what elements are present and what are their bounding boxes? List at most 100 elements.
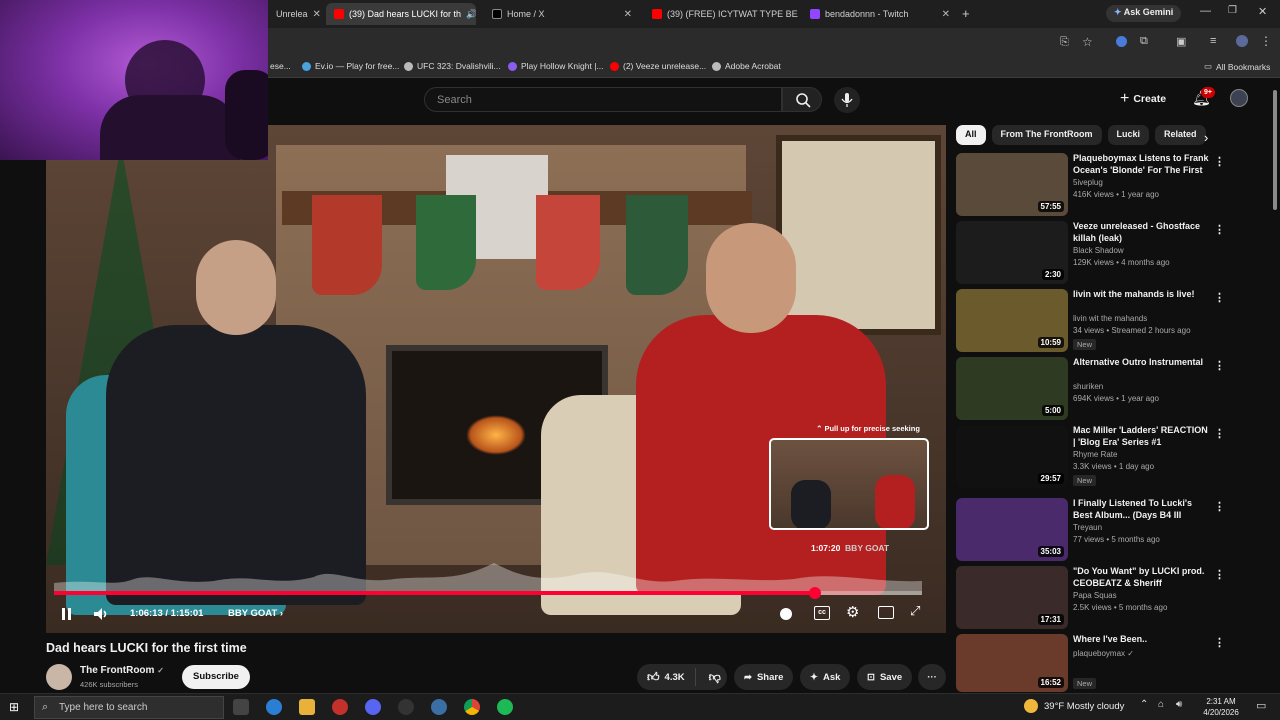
ask-gemini-button[interactable]: ✦ Ask Gemini [1106, 5, 1182, 22]
maximize-button[interactable]: ❐ [1228, 5, 1237, 16]
chapter-button[interactable]: BBY GOAT › [228, 608, 283, 619]
bookmark-item[interactable]: UFC 323: Dvalishvili... [404, 61, 501, 71]
voice-search-button[interactable] [834, 87, 860, 113]
new-tab-button[interactable]: + [962, 6, 970, 21]
page-scrollbar[interactable] [1270, 80, 1280, 692]
fullscreen-icon[interactable]: ⤢ [910, 603, 920, 619]
tab-twitch[interactable]: bendadonnn - Twitch ✕ [802, 3, 958, 25]
install-icon[interactable]: ⎘ [1060, 36, 1069, 49]
network-icon[interactable]: ⌂ [1158, 699, 1164, 710]
channel-name[interactable]: Papa Squas [1073, 591, 1117, 600]
ask-button[interactable]: ✦ Ask [800, 664, 851, 690]
task-view-icon[interactable] [233, 699, 249, 715]
recommendation-item[interactable]: 57:55 Plaqueboymax Listens to Frank Ocea… [956, 153, 1226, 217]
video-player[interactable]: ⌃ Pull up for precise seeking 1:07:20 BB… [46, 125, 946, 633]
weather-text[interactable]: 39°F Mostly cloudy [1044, 701, 1124, 712]
more-options-icon[interactable]: ⋮ [1214, 500, 1225, 513]
channel-name[interactable]: Black Shadow [1073, 246, 1124, 255]
chip-lucki[interactable]: Lucki [1107, 125, 1150, 145]
recommendation-item[interactable]: 16:52 Where I've Been.. plaqueboymax ✓ N… [956, 634, 1226, 692]
more-options-icon[interactable]: ⋮ [1214, 427, 1225, 440]
video-thumbnail[interactable]: 10:59 [956, 289, 1068, 352]
video-thumbnail[interactable]: 16:52 [956, 634, 1068, 692]
taskbar-search-input[interactable]: ⌕ Type here to search [34, 696, 224, 719]
settings-gear-icon[interactable]: ⚙ [846, 603, 859, 621]
windows-start-icon[interactable]: ⊞ [9, 700, 19, 714]
video-title[interactable]: Veeze unreleased - Ghostface killah (lea… [1073, 221, 1211, 244]
tab-unreleased[interactable]: Unrelea ✕ [268, 3, 324, 25]
more-options-icon[interactable]: ⋮ [1214, 223, 1225, 236]
video-thumbnail[interactable]: 29:57 [956, 425, 1068, 488]
video-thumbnail[interactable]: 57:55 [956, 153, 1068, 216]
channel-name[interactable]: Treyaun [1073, 523, 1102, 532]
app-icon[interactable] [431, 699, 447, 715]
sidepanel-icon[interactable]: ▣ [1176, 35, 1186, 48]
search-input[interactable]: Search [424, 87, 782, 112]
edge-icon[interactable] [266, 699, 282, 715]
scrollbar-thumb[interactable] [1273, 90, 1277, 210]
bookmark-item[interactable]: Ev.io — Play for free... [302, 61, 399, 71]
share-button[interactable]: ➦ Share [734, 664, 794, 690]
autoplay-toggle[interactable] [780, 608, 792, 620]
more-options-icon[interactable]: ⋮ [1214, 155, 1225, 168]
translate-icon[interactable]: ≡ [1210, 35, 1216, 47]
minimize-button[interactable]: — [1200, 5, 1211, 17]
browser-menu-icon[interactable]: ⋮ [1260, 34, 1272, 48]
close-icon[interactable]: ✕ [942, 9, 950, 20]
video-title[interactable]: Where I've Been.. [1073, 634, 1211, 646]
chrome-icon[interactable] [464, 699, 480, 715]
more-options-icon[interactable]: ⋮ [1214, 291, 1225, 304]
speaker-icon[interactable]: 🔊 [466, 9, 476, 20]
pause-button[interactable] [54, 603, 80, 625]
chips-next-icon[interactable]: › [1204, 130, 1208, 145]
captions-icon[interactable]: cc [814, 606, 830, 620]
video-thumbnail[interactable]: 17:31 [956, 566, 1068, 629]
channel-name[interactable]: 5iveplug [1073, 178, 1103, 187]
notification-center-icon[interactable]: ▭ [1256, 699, 1266, 712]
tab-youtube-beat[interactable]: (39) (FREE) ICYTWAT TYPE BEA ✕ [644, 3, 798, 25]
bookmark-item[interactable]: (2) Veeze unrelease... [610, 61, 706, 71]
extension-icon[interactable] [1116, 36, 1127, 47]
recommendation-item[interactable]: 5:00 Alternative Outro Instrumental shur… [956, 357, 1226, 421]
more-options-icon[interactable]: ⋮ [1214, 568, 1225, 581]
channel-avatar[interactable] [46, 664, 72, 690]
close-icon[interactable]: ✕ [624, 9, 632, 20]
video-title[interactable]: livin wit the mahands is live! [1073, 289, 1211, 301]
tab-x-home[interactable]: Home / X ✕ [484, 3, 640, 25]
discord-icon[interactable] [365, 699, 381, 715]
bookmark-item[interactable]: Play Hollow Knight |... [508, 61, 604, 71]
all-bookmarks-button[interactable]: ▭ All Bookmarks [1204, 61, 1270, 72]
app-icon[interactable] [332, 699, 348, 715]
obs-icon[interactable] [398, 699, 414, 715]
recommendation-item[interactable]: 35:03 I Finally Listened To Lucki's Best… [956, 498, 1226, 562]
more-options-icon[interactable]: ⋮ [1214, 636, 1225, 649]
channel-name[interactable]: plaqueboymax ✓ [1073, 649, 1134, 658]
chip-related[interactable]: Related [1155, 125, 1206, 145]
tray-chevron-icon[interactable]: ⌃ [1140, 699, 1148, 710]
more-options-icon[interactable]: ⋮ [1214, 359, 1225, 372]
chip-all[interactable]: All [956, 125, 986, 145]
recommendation-item[interactable]: 10:59 livin wit the mahands is live! liv… [956, 289, 1226, 353]
like-button[interactable]: 👍︎ 4.3K [637, 668, 696, 686]
video-thumbnail[interactable]: 5:00 [956, 357, 1068, 420]
channel-name-main[interactable]: The FrontRoom ✓ [80, 665, 164, 676]
bookmark-item[interactable]: ese... [270, 61, 291, 71]
spotify-icon[interactable] [497, 699, 513, 715]
video-title[interactable]: Plaqueboymax Listens to Frank Ocean's 'B… [1073, 153, 1211, 176]
volume-button[interactable] [90, 603, 112, 625]
video-thumbnail[interactable]: 35:03 [956, 498, 1068, 561]
file-explorer-icon[interactable] [299, 699, 315, 715]
bookmark-item[interactable]: Adobe Acrobat [712, 61, 781, 71]
search-button[interactable] [782, 87, 822, 112]
profile-avatar[interactable] [1236, 35, 1248, 47]
recommendation-item[interactable]: 2:30 Veeze unreleased - Ghostface killah… [956, 221, 1226, 285]
account-avatar[interactable] [1230, 89, 1248, 107]
recommendation-item[interactable]: 29:57 Mac Miller 'Ladders' REACTION | 'B… [956, 425, 1226, 489]
video-title[interactable]: I Finally Listened To Lucki's Best Album… [1073, 498, 1211, 521]
create-button[interactable]: + Create [1120, 88, 1166, 110]
video-title[interactable]: Alternative Outro Instrumental [1073, 357, 1211, 369]
taskbar-clock[interactable]: 2:31 AM 4/20/2026 [1196, 696, 1246, 718]
more-actions-button[interactable]: ··· [918, 664, 946, 690]
video-title[interactable]: Mac Miller 'Ladders' REACTION | 'Blog Er… [1073, 425, 1211, 448]
extensions-puzzle-icon[interactable]: ⧉ [1140, 35, 1148, 48]
